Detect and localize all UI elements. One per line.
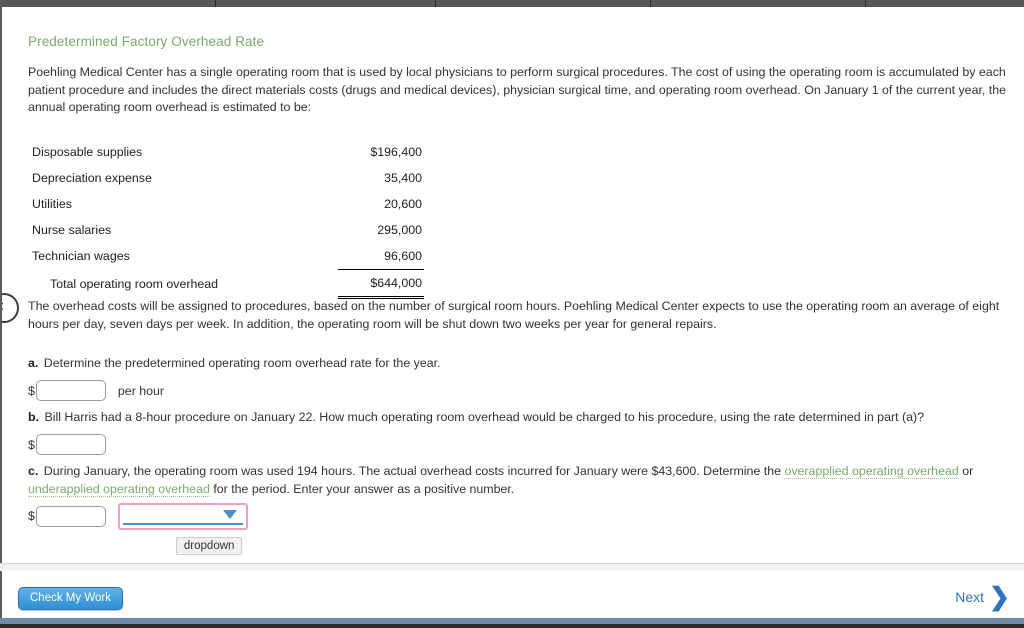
question-b: b. Bill Harris had a 8-hour procedure on…	[28, 409, 1024, 457]
browser-tab-strip	[0, 0, 1024, 7]
cost-label: Utilities	[32, 197, 72, 211]
cost-label: Depreciation expense	[32, 171, 152, 185]
next-label: Next	[955, 589, 985, 605]
table-row-total: Total operating room overhead $644,000	[28, 269, 424, 299]
bottom-dark-strip	[0, 624, 1024, 628]
cost-label: Technician wages	[32, 249, 130, 264]
question-a-answer-row: $ per hour	[28, 379, 1024, 403]
glossary-link-underapplied[interactable]: underapplied operating overhead	[28, 481, 210, 497]
cost-amount: $196,400	[370, 145, 422, 159]
tab-segment[interactable]	[216, 0, 435, 7]
tab-segment[interactable]	[436, 0, 650, 7]
table-row: Utilities 20,600	[28, 191, 424, 217]
chevron-down-icon[interactable]	[222, 509, 237, 519]
question-b-letter: b.	[28, 410, 40, 424]
question-c-prompt-part1: During January, the operating room was u…	[43, 464, 785, 478]
question-b-text: b. Bill Harris had a 8-hour procedure on…	[28, 409, 1024, 427]
question-a: a. Determine the predetermined operating…	[28, 355, 1024, 403]
footer-bar: Check My Work Next ❯	[0, 571, 1024, 618]
cost-label: Disposable supplies	[32, 145, 143, 159]
question-b-prompt: Bill Harris had a 8-hour procedure on Ja…	[44, 410, 925, 424]
assignment-paragraph: The overhead costs will be assigned to p…	[28, 299, 1000, 331]
question-c-letter: c.	[28, 464, 39, 478]
total-amount: $644,000	[338, 269, 424, 299]
table-row: Depreciation expense 35,400	[28, 165, 424, 191]
dollar-sign: $	[28, 437, 35, 452]
check-my-work-button[interactable]: Check My Work	[18, 587, 123, 610]
glossary-link-overapplied[interactable]: overapplied operating overhead	[784, 464, 959, 479]
tab-segment[interactable]	[651, 0, 865, 7]
question-c-answer-row: $ dropdown	[28, 502, 1024, 555]
close-icon: ✕	[2, 299, 5, 315]
cost-amount: 295,000	[377, 223, 422, 237]
answer-input-a[interactable]	[35, 380, 106, 402]
cost-amount: 96,600	[384, 249, 422, 263]
unit-label-per-hour: per hour	[117, 383, 165, 398]
cost-amount: 35,400	[384, 171, 422, 185]
cost-label: Nurse salaries	[32, 223, 112, 237]
dropdown-wrapper: dropdown	[117, 502, 248, 555]
dropdown-tooltip: dropdown	[175, 536, 243, 555]
page-title: Predetermined Factory Overhead Rate	[28, 34, 265, 49]
footer-separator	[0, 563, 1024, 571]
answer-input-c[interactable]	[35, 505, 106, 527]
question-c-text: c. During January, the operating room wa…	[28, 463, 1024, 498]
dollar-sign: $	[28, 383, 35, 398]
panel-collapse-handle[interactable]: ✕	[2, 293, 19, 323]
tab-segment[interactable]	[0, 0, 215, 7]
question-c-prompt-mid: or	[958, 464, 974, 478]
cost-amount: 20,600	[384, 197, 422, 211]
question-c-prompt-part2: for the period. Enter your answer as a p…	[209, 481, 515, 496]
overhead-type-dropdown[interactable]	[117, 502, 248, 530]
total-label: Total operating room overhead	[50, 276, 219, 291]
answer-input-b[interactable]	[35, 434, 106, 456]
question-c: c. During January, the operating room wa…	[28, 463, 1024, 555]
chevron-right-icon: ❯	[989, 583, 1010, 611]
tab-segment[interactable]	[866, 0, 1024, 7]
intro-paragraph: Poehling Medical Center has a single ope…	[28, 65, 1007, 115]
overhead-cost-table: Disposable supplies $196,400 Depreciatio…	[28, 139, 424, 299]
next-button[interactable]: Next ❯	[955, 583, 1010, 611]
dropdown-underline	[122, 522, 243, 525]
question-a-letter: a.	[28, 356, 39, 370]
exercise-content-panel: Predetermined Factory Overhead Rate Poeh…	[0, 7, 1024, 563]
question-b-answer-row: $	[28, 433, 1024, 457]
dollar-sign: $	[28, 509, 35, 524]
table-row: Technician wages 96,600	[28, 243, 424, 270]
table-row: Nurse salaries 295,000	[28, 217, 424, 243]
question-a-prompt: Determine the predetermined operating ro…	[43, 356, 441, 370]
table-row: Disposable supplies $196,400	[28, 139, 424, 165]
question-a-text: a. Determine the predetermined operating…	[28, 355, 1024, 373]
